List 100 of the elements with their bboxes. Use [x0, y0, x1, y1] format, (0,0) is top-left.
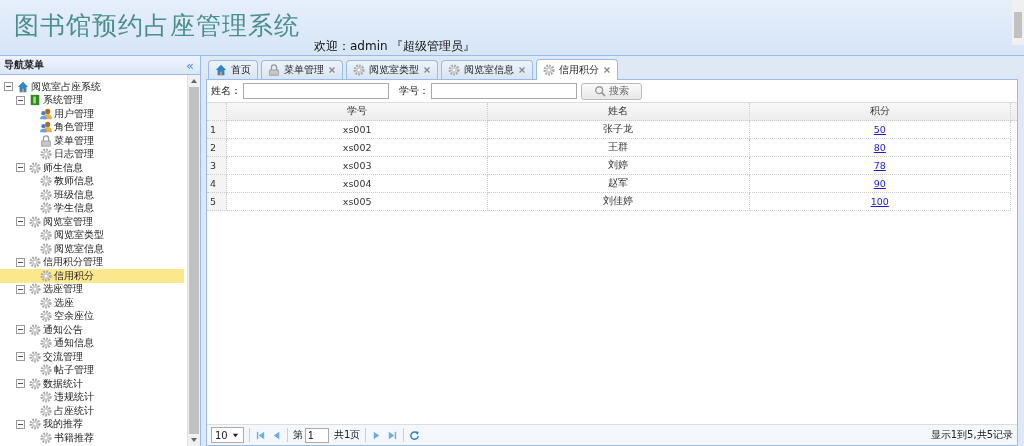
search-icon [594, 85, 606, 97]
column-header[interactable]: 姓名 [488, 103, 750, 121]
gear-icon [29, 256, 41, 269]
tree-item[interactable]: 阅览室管理 [0, 215, 184, 229]
close-icon[interactable] [423, 66, 431, 74]
tree-item[interactable]: 我的推荐 [0, 417, 184, 431]
previous-page-icon[interactable] [271, 429, 282, 441]
tree-item[interactable]: 通知公告 [0, 323, 184, 337]
tree-item[interactable]: 交流管理 [0, 350, 184, 364]
tree-item[interactable]: 日志管理 [0, 147, 184, 161]
gear-icon [40, 337, 52, 350]
table-cell: 王群 [488, 139, 750, 157]
tab[interactable]: 菜单管理 [261, 60, 343, 79]
tree-item[interactable]: 学生信息 [0, 201, 184, 215]
collapse-toggle-icon[interactable] [16, 352, 25, 362]
tree-item[interactable]: 违规统计 [0, 390, 184, 404]
input-field[interactable] [431, 83, 577, 99]
tree-item[interactable]: 占座统计 [0, 404, 184, 418]
panel-title: 导航菜单 [4, 58, 44, 72]
row-number: 3 [207, 157, 227, 175]
page-size-select[interactable]: 10 [211, 427, 244, 443]
home-icon [17, 80, 29, 93]
collapse-toggle-icon[interactable] [16, 217, 25, 227]
tree-item[interactable]: 信用积分 [0, 269, 184, 283]
score-link[interactable]: 100 [870, 196, 889, 207]
tree-item[interactable]: 菜单管理 [0, 134, 184, 148]
app-title: 图书馆预约占座管理系统 [14, 10, 300, 42]
collapse-toggle-icon[interactable] [4, 82, 13, 92]
table-cell: 刘佳婷 [488, 193, 750, 211]
gear-icon [40, 229, 52, 242]
tree-item[interactable]: 班级信息 [0, 188, 184, 202]
score-link[interactable]: 90 [873, 178, 886, 189]
close-icon[interactable] [328, 66, 336, 74]
tab[interactable]: 阅览室类型 [346, 60, 438, 79]
tab[interactable]: 首页 [208, 60, 258, 79]
table-cell: xs005 [227, 193, 489, 211]
tree-item[interactable]: 角色管理 [0, 120, 184, 134]
tree-item[interactable]: 教师信息 [0, 174, 184, 188]
tab[interactable]: 信用积分 [536, 59, 618, 80]
page-input[interactable]: 1 [305, 427, 329, 443]
gear-icon [40, 242, 52, 255]
collapse-toggle-icon[interactable] [16, 95, 25, 105]
record-summary: 显示1到5,共5记录 [930, 428, 1013, 442]
gear-icon [40, 202, 52, 215]
gear-icon [353, 64, 365, 76]
tree-item[interactable]: 空余座位 [0, 309, 184, 323]
collapse-toggle-icon[interactable] [16, 379, 25, 389]
tree-item[interactable]: 通知信息 [0, 336, 184, 350]
column-header[interactable]: 积分 [749, 103, 1011, 121]
table-cell: 刘婷 [488, 157, 750, 175]
gear-icon [543, 64, 555, 76]
gear-icon [29, 377, 41, 390]
last-page-icon[interactable] [387, 429, 399, 441]
row-number: 2 [207, 139, 227, 157]
score-link[interactable]: 50 [873, 124, 886, 135]
caret-icon [231, 431, 239, 439]
table-cell: xs003 [227, 157, 489, 175]
tree-item[interactable]: 书籍推荐 [0, 431, 184, 445]
welcome-text: 欢迎：admin 『超级管理员』 [314, 38, 476, 55]
page-prefix: 第 [293, 428, 303, 442]
tree-item[interactable]: 用户管理 [0, 107, 184, 121]
tab[interactable]: 阅览室信息 [441, 60, 533, 79]
gear-icon [29, 418, 41, 431]
close-icon[interactable] [603, 66, 611, 74]
tree-item[interactable]: 选座 [0, 296, 184, 310]
refresh-icon[interactable] [409, 429, 421, 441]
first-page-icon[interactable] [255, 429, 266, 441]
scrollbar[interactable] [1012, 0, 1024, 45]
gear-icon [40, 175, 52, 188]
close-icon[interactable] [518, 66, 526, 74]
gear-icon [448, 64, 460, 76]
gear-icon [40, 310, 52, 323]
tree-item[interactable]: 选座管理 [0, 282, 184, 296]
tree-item[interactable]: 阅览室类型 [0, 228, 184, 242]
input-field[interactable] [243, 83, 389, 99]
tree-item[interactable]: 系统管理 [0, 93, 184, 107]
column-header[interactable]: 学号 [227, 103, 489, 121]
gear-icon [40, 391, 52, 404]
score-link[interactable]: 78 [873, 160, 886, 171]
score-link[interactable]: 80 [873, 142, 886, 153]
collapse-toggle-icon[interactable] [16, 325, 25, 335]
table-cell: 张子龙 [488, 121, 750, 139]
collapse-toggle-icon[interactable] [16, 419, 25, 429]
row-number: 5 [207, 193, 227, 211]
tree-item[interactable]: 师生信息 [0, 161, 184, 175]
tree-item[interactable]: 帖子管理 [0, 363, 184, 377]
table-cell: xs001 [227, 121, 489, 139]
tree-item[interactable]: 阅览室信息 [0, 242, 184, 256]
collapse-toggle-icon[interactable] [16, 284, 25, 294]
tree-item[interactable]: 数据统计 [0, 377, 184, 391]
tree-item[interactable]: 信用积分管理 [0, 255, 184, 269]
users-icon [40, 121, 52, 134]
search-button[interactable]: 搜索 [581, 82, 642, 100]
collapse-toggle-icon[interactable] [16, 257, 25, 267]
gear-icon [29, 215, 41, 228]
gear-icon [40, 269, 52, 282]
collapse-toggle-icon[interactable] [16, 163, 25, 173]
lock-icon [268, 64, 280, 76]
tree-item[interactable]: 阅览室占座系统 [0, 80, 184, 94]
scrollbar[interactable] [187, 75, 200, 446]
